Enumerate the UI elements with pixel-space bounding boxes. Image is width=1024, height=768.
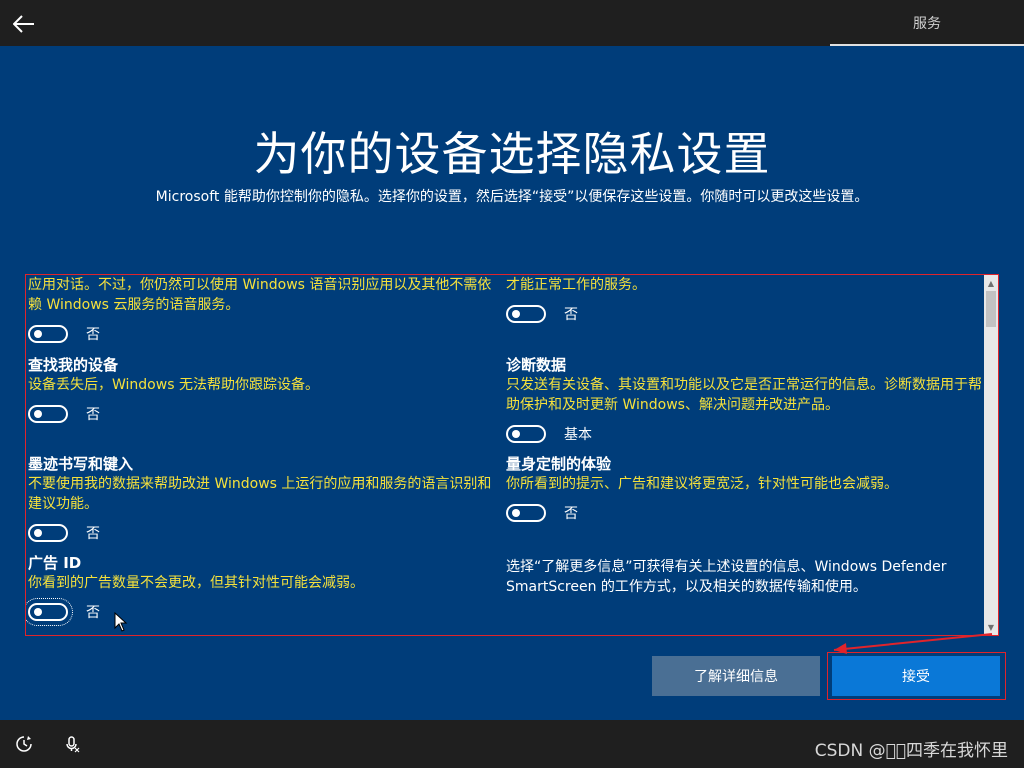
setting-info: 选择“了解更多信息”可获得有关上述设置的信息、Windows Defender …	[506, 557, 986, 597]
learn-more-button[interactable]: 了解详细信息	[652, 656, 820, 696]
setting-desc: 你所看到的提示、广告和建议将更宽泛，针对性可能也会减弱。	[506, 476, 898, 492]
setting-desc: 应用对话。不过，你仍然可以使用 Windows 语音识别应用以及其他不需依赖 W…	[28, 277, 492, 313]
toggle-state-label: 否	[86, 605, 100, 621]
setting-desc: 只发送有关设备、其设置和功能以及它是否正常运行的信息。诊断数据用于帮助保护和及时…	[506, 377, 982, 413]
accept-button[interactable]: 接受	[832, 656, 1000, 696]
tab-underline	[830, 44, 1024, 46]
scrollbar[interactable]: ▲ ▼	[984, 275, 998, 635]
toggle-knob	[34, 529, 42, 537]
setting-speech: 应用对话。不过，你仍然可以使用 Windows 语音识别应用以及其他不需依赖 W…	[28, 275, 498, 345]
toggle-knob	[34, 330, 42, 338]
setting-desc: 不要使用我的数据来帮助改进 Windows 上运行的应用和服务的语言识别和建议功…	[28, 476, 492, 512]
toggle-knob	[34, 410, 42, 418]
setting-tailored-experiences: 量身定制的体验 你所看到的提示、广告和建议将更宽泛，针对性可能也会减弱。 否	[506, 454, 986, 524]
privacy-settings-panel[interactable]: 应用对话。不过，你仍然可以使用 Windows 语音识别应用以及其他不需依赖 W…	[25, 274, 999, 636]
watermark: CSDN @  四季在我怀里	[814, 741, 1008, 761]
toggle-state-label: 否	[86, 327, 100, 343]
setting-title: 查找我的设备	[28, 356, 119, 374]
setting-online-services: 才能正常工作的服务。 否	[506, 275, 986, 325]
setting-find-my-device: 查找我的设备 设备丢失后，Windows 无法帮助你跟踪设备。 否	[28, 355, 498, 425]
scroll-thumb[interactable]	[986, 291, 996, 327]
setting-diagnostic-data: 诊断数据 只发送有关设备、其设置和功能以及它是否正常运行的信息。诊断数据用于帮助…	[506, 355, 986, 445]
online-services-toggle[interactable]	[506, 305, 546, 323]
toggle-knob	[512, 310, 520, 318]
tab-services[interactable]: 服务	[830, 0, 1024, 46]
microphone-icon[interactable]	[60, 732, 84, 756]
scroll-up-icon[interactable]: ▲	[984, 275, 998, 291]
speech-toggle[interactable]	[28, 325, 68, 343]
page-subtitle: Microsoft 能帮助你控制你的隐私。选择你的设置，然后选择“接受”以便保存…	[155, 189, 869, 205]
inking-typing-toggle[interactable]	[28, 524, 68, 542]
setting-title: 广告 ID	[28, 554, 82, 572]
setting-desc: 才能正常工作的服务。	[506, 277, 646, 293]
annotation-arrow-icon	[833, 633, 993, 654]
mouse-cursor-icon	[114, 612, 128, 632]
advertising-id-toggle[interactable]	[26, 598, 73, 626]
setting-title: 墨迹书写和键入	[28, 455, 134, 473]
toggle-state-label: 否	[564, 307, 578, 323]
back-button[interactable]	[8, 8, 40, 40]
toggle-knob	[512, 509, 520, 517]
setting-desc: 你看到的广告数量不会更改，但其针对性可能会减弱。	[28, 575, 364, 591]
page-title: 为你的设备选择隐私设置	[253, 127, 771, 181]
setting-desc: 设备丢失后，Windows 无法帮助你跟踪设备。	[28, 377, 319, 393]
setting-title: 量身定制的体验	[506, 455, 612, 473]
diagnostic-data-toggle[interactable]	[506, 425, 546, 443]
toggle-state-label: 否	[86, 407, 100, 423]
find-my-device-toggle[interactable]	[28, 405, 68, 423]
toggle-knob	[34, 608, 42, 616]
setting-advertising-id: 广告 ID 你看到的广告数量不会更改，但其针对性可能会减弱。 否	[26, 553, 498, 626]
toggle-knob	[512, 430, 520, 438]
toggle-state-label: 否	[86, 526, 100, 542]
tailored-experiences-toggle[interactable]	[506, 504, 546, 522]
setting-inking-typing: 墨迹书写和键入 不要使用我的数据来帮助改进 Windows 上运行的应用和服务的…	[28, 454, 498, 544]
ease-of-access-icon[interactable]	[12, 732, 36, 756]
info-text: 选择“了解更多信息”可获得有关上述设置的信息、Windows Defender …	[506, 559, 947, 595]
toggle-state-label: 否	[564, 506, 578, 522]
setting-title: 诊断数据	[506, 356, 567, 374]
back-arrow-icon	[13, 15, 34, 33]
toggle-state-label: 基本	[564, 427, 592, 443]
